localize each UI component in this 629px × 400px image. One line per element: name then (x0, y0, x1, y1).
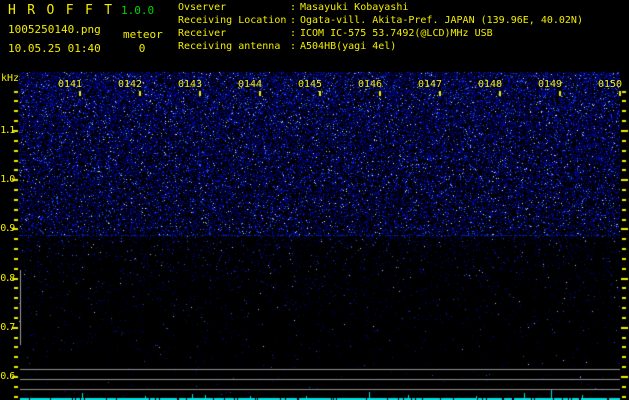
time-tick-label: 0144 (237, 79, 263, 90)
freq-tick-label: 1.0 (0, 174, 15, 185)
meteor-count: 0 (138, 42, 146, 55)
mode-label: meteor (123, 28, 163, 41)
info-row-antenna: Receiving antenna : A504HB(yagi 4el) (178, 41, 396, 53)
time-tick-label: 0147 (417, 79, 443, 90)
info-row-receiver: Receiver : ICOM IC-575 53.7492(@LCD)MHz … (178, 28, 493, 40)
hrofft-window: H R O F F T 1.0.0 1005250140.png meteor … (0, 0, 629, 400)
time-tick-label: 0145 (297, 79, 323, 90)
info-value: Ogata-vill. Akita-Pref. JAPAN (139.96E, … (300, 15, 583, 26)
time-tick-label: 0150 (597, 79, 623, 90)
freq-tick-label: 1.1 (0, 125, 15, 136)
time-tick-label: 0146 (357, 79, 383, 90)
time-tick-label: 0149 (537, 79, 563, 90)
time-tick-label: 0143 (177, 79, 203, 90)
info-value: A504HB(yagi 4el) (300, 41, 397, 52)
freq-tick-label: 0.8 (0, 273, 15, 284)
info-label: Receiver (178, 28, 227, 39)
info-row-observer: Ovserver : Masayuki Kobayashi (178, 2, 408, 14)
info-separator: : (290, 41, 297, 52)
info-value: Masayuki Kobayashi (300, 2, 409, 13)
info-row-location: Receiving Location : Ogata-vill. Akita-P… (178, 15, 583, 27)
freq-tick-label: 0.7 (0, 322, 15, 333)
time-tick-label: 0142 (117, 79, 143, 90)
info-label: Ovserver (178, 2, 227, 13)
freq-tick-label: 0.9 (0, 223, 15, 234)
freq-axis-unit-label: kHz (1, 73, 20, 84)
info-label: Receiving Location (178, 15, 287, 26)
time-tick-label: 0148 (477, 79, 503, 90)
freq-tick-label: 0.6 (0, 371, 15, 382)
info-separator: : (290, 28, 297, 39)
observation-datetime: 10.05.25 01:40 (8, 42, 101, 55)
app-title: H R O F F T (8, 3, 114, 18)
info-separator: : (290, 2, 297, 13)
output-filename: 1005250140.png (8, 23, 101, 36)
info-label: Receiving antenna (178, 41, 281, 52)
spectrogram-canvas (0, 0, 629, 400)
app-version: 1.0.0 (121, 4, 155, 17)
time-tick-label: 0141 (57, 79, 83, 90)
info-value: ICOM IC-575 53.7492(@LCD)MHz USB (300, 28, 493, 39)
info-separator: : (290, 15, 297, 26)
